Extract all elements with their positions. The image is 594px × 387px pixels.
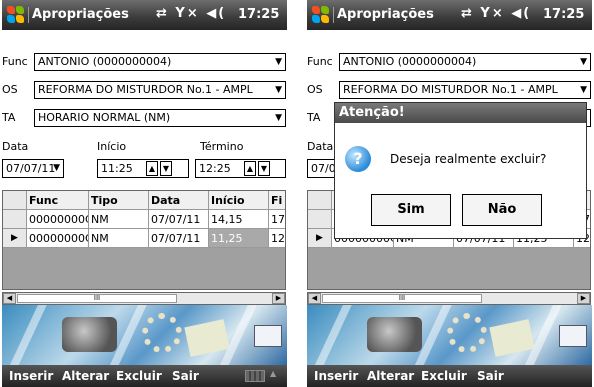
menu-inserir[interactable]: Inserir [9, 369, 53, 383]
dialog-title: Atenção! [335, 103, 586, 123]
chevron-down-icon: ▼ [53, 163, 60, 173]
cell-tipo[interactable]: NM [89, 210, 149, 229]
question-icon: ? [345, 146, 371, 172]
start-label: Início [97, 140, 127, 153]
column-header-fim[interactable]: Fi [269, 191, 285, 210]
os-select[interactable]: REFORMA DO MISTURDOR No.1 - AMPL ▼ [339, 81, 591, 99]
date-picker[interactable]: 07/07/11 ▼ [2, 159, 64, 178]
screen-main-form: Apropriações ⇄ Y× ◀( 17:25 Func ANTONIO … [2, 0, 287, 387]
chevron-down-icon: ▼ [275, 113, 282, 123]
clock[interactable]: 17:25 [238, 7, 279, 22]
func-select[interactable]: ANTONIO (0000000004) ▼ [339, 53, 591, 71]
end-label: Término [200, 140, 244, 153]
os-label: OS [307, 83, 323, 96]
title-bar: Apropriações ⇄ Y× ◀( 17:25 [307, 0, 592, 30]
func-value: ANTONIO (0000000004) [38, 55, 172, 68]
chevron-down-icon: ▼ [580, 85, 587, 95]
banner-image [307, 305, 592, 365]
date-value: 07/07/11 [6, 162, 56, 175]
os-value: REFORMA DO MISTURDOR No.1 - AMPL [343, 83, 558, 96]
menu-sair[interactable]: Sair [477, 369, 504, 383]
start-time-value: 11:25 [101, 162, 133, 175]
windows-flag-icon[interactable] [312, 6, 330, 24]
app-title: Apropriações [333, 7, 434, 23]
end-time-picker[interactable]: 12:25 ▲ ▼ [195, 159, 286, 178]
row-header [308, 210, 332, 229]
menu-sair[interactable]: Sair [172, 369, 199, 383]
spin-down-icon[interactable]: ▼ [160, 161, 172, 176]
horizontal-scrollbar[interactable]: ◀ III ▶ [2, 292, 286, 305]
menu-excluir[interactable]: Excluir [421, 369, 467, 383]
chevron-up-icon[interactable]: ▲ [270, 369, 276, 378]
cell-func[interactable]: 00000000C [27, 210, 89, 229]
spin-down-icon[interactable]: ▼ [258, 161, 270, 176]
confirm-dialog: Atenção! ? Deseja realmente excluir? Sim… [334, 102, 587, 239]
menu-inserir[interactable]: Inserir [314, 369, 358, 383]
chevron-down-icon: ▼ [275, 85, 282, 95]
cell-data[interactable]: 07/07/11 [149, 229, 209, 248]
os-value: REFORMA DO MISTURDOR No.1 - AMPL [38, 83, 253, 96]
row-header [3, 210, 27, 229]
status-icons[interactable]: ⇄ Y× ◀( [461, 6, 531, 21]
banner-image [2, 305, 287, 365]
dialog-message: Deseja realmente excluir? [390, 152, 547, 166]
ta-label: TA [2, 111, 16, 124]
start-time-picker[interactable]: 11:25 ▲ ▼ [97, 159, 189, 178]
app-title: Apropriações [28, 7, 129, 23]
cell-inicio-selected[interactable]: 11,25 [209, 229, 269, 248]
func-label: Func [307, 55, 333, 68]
cell-fim[interactable]: 17 [269, 210, 285, 229]
os-select[interactable]: REFORMA DO MISTURDOR No.1 - AMPL ▼ [34, 81, 286, 99]
menu-alterar[interactable]: Alterar [62, 369, 109, 383]
windows-flag-icon[interactable] [7, 6, 25, 24]
func-value: ANTONIO (0000000004) [343, 55, 477, 68]
chevron-down-icon: ▼ [580, 57, 587, 67]
ta-select[interactable]: HORARIO NORMAL (NM) ▼ [34, 109, 286, 127]
column-header-inicio[interactable]: Início [209, 191, 269, 210]
scroll-left-icon[interactable]: ◀ [308, 293, 321, 304]
scroll-right-icon[interactable]: ▶ [577, 293, 590, 304]
func-label: Func [2, 55, 28, 68]
row-header [3, 191, 27, 210]
column-header-data[interactable]: Data [149, 191, 209, 210]
row-header [308, 191, 332, 210]
scroll-left-icon[interactable]: ◀ [3, 293, 16, 304]
cell-fim[interactable]: 12 [269, 229, 285, 248]
horizontal-scrollbar[interactable]: ◀ III ▶ [307, 292, 591, 305]
os-label: OS [2, 83, 18, 96]
spin-up-icon[interactable]: ▲ [244, 161, 256, 176]
func-select[interactable]: ANTONIO (0000000004) ▼ [34, 53, 286, 71]
cell-func[interactable]: 00000000C [27, 229, 89, 248]
scroll-thumb[interactable]: III [322, 294, 482, 303]
scroll-right-icon[interactable]: ▶ [272, 293, 285, 304]
end-time-value: 12:25 [199, 162, 231, 175]
keyboard-icon[interactable] [245, 370, 265, 382]
cell-inicio[interactable]: 14,15 [209, 210, 269, 229]
date-label: Data [2, 140, 29, 153]
ta-label: TA [307, 111, 321, 124]
status-icons[interactable]: ⇄ Y× ◀( [156, 6, 226, 21]
current-row-icon: ▶ [308, 229, 332, 248]
cell-tipo[interactable]: NM [89, 229, 149, 248]
date-label: Data [307, 140, 334, 153]
ta-value: HORARIO NORMAL (NM) [38, 111, 171, 124]
menu-bar: Inserir Alterar Excluir Sair ▲ [2, 365, 287, 387]
chevron-down-icon: ▼ [275, 57, 282, 67]
title-bar: Apropriações ⇄ Y× ◀( 17:25 [2, 0, 287, 30]
screen-confirm-delete: Apropriações ⇄ Y× ◀( 17:25 Func ANTONIO … [307, 0, 592, 387]
column-header-func[interactable]: Func [27, 191, 89, 210]
column-header-tipo[interactable]: Tipo [89, 191, 149, 210]
scroll-thumb[interactable]: III [17, 294, 177, 303]
clock[interactable]: 17:25 [543, 7, 584, 22]
yes-button[interactable]: Sim [371, 194, 451, 226]
spin-up-icon[interactable]: ▲ [146, 161, 158, 176]
no-button[interactable]: Não [462, 194, 542, 226]
menu-alterar[interactable]: Alterar [367, 369, 414, 383]
menu-bar: Inserir Alterar Excluir Sair [307, 365, 592, 387]
records-grid[interactable]: Func Tipo Data Início Fi 00000000C NM 07… [2, 190, 286, 290]
menu-excluir[interactable]: Excluir [116, 369, 162, 383]
current-row-icon: ▶ [3, 229, 27, 248]
cell-data[interactable]: 07/07/11 [149, 210, 209, 229]
